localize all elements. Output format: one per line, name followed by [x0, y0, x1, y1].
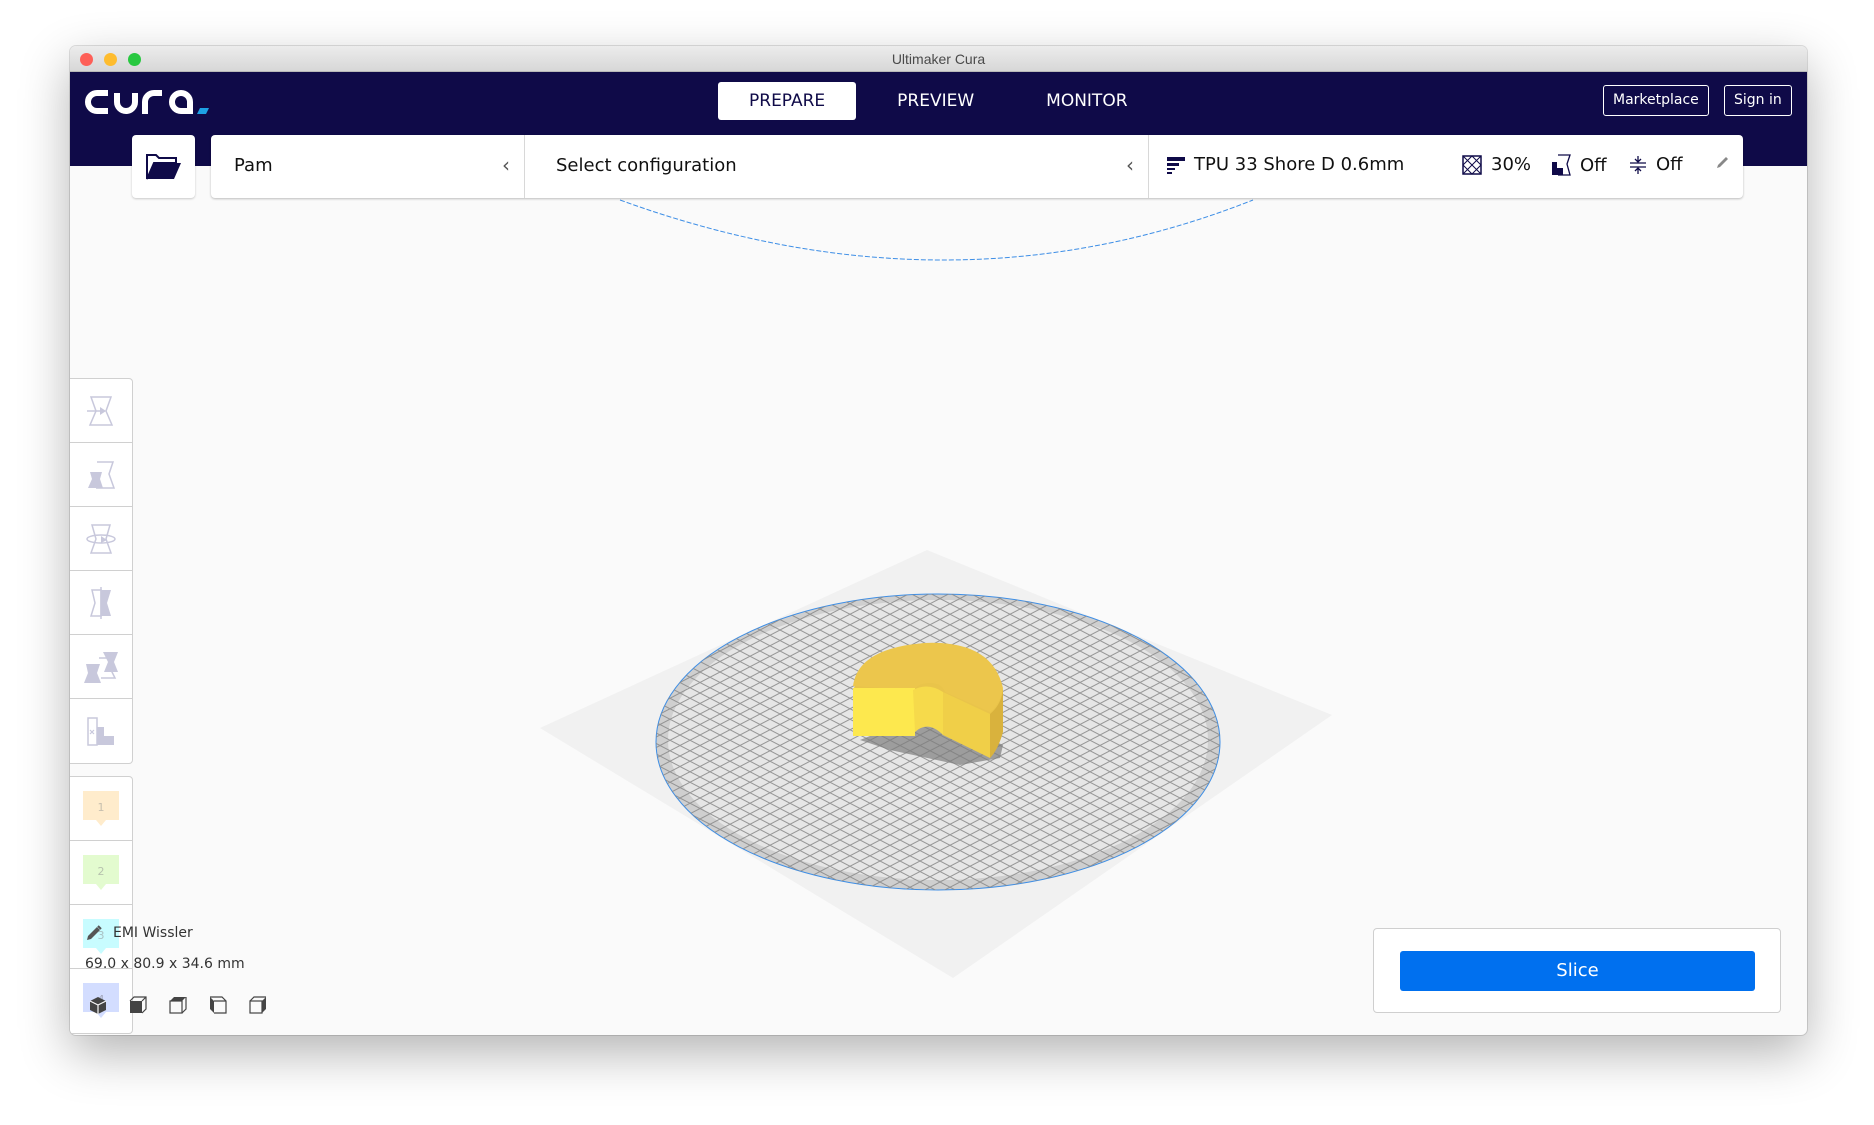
open-file-button[interactable]: [132, 135, 195, 198]
build-plate: [655, 593, 1221, 891]
print-settings-selector[interactable]: TPU 33 Shore D 0.6mm 30% Off Off: [1149, 135, 1743, 198]
support-blocker-icon: [87, 717, 114, 746]
chevron-left-icon: ‹: [502, 153, 510, 177]
printer-configuration-bar: Pam ‹ Select configuration ‹ TPU 33 Shor…: [211, 135, 1743, 198]
floor-plane: [540, 550, 1332, 978]
sign-in-button[interactable]: Sign in: [1724, 85, 1792, 116]
profile-icon: [1167, 156, 1185, 174]
infill-value: 30%: [1491, 154, 1532, 175]
tab-preview[interactable]: PREVIEW: [866, 82, 1005, 120]
3d-viewport[interactable]: 1 2 3 4 EMI Wissler 69.0 x 80.9 x 34.6 m…: [70, 166, 1807, 1035]
rotate-tool-button[interactable]: [70, 507, 132, 571]
profile-item: TPU 33 Shore D 0.6mm: [1167, 154, 1404, 175]
folder-icon: [145, 153, 181, 179]
front-view-icon[interactable]: [128, 995, 148, 1015]
app-window: Ultimaker Cura PREPARE PREVIEW MONITOR M…: [70, 46, 1807, 1035]
pencil-icon: [87, 925, 102, 940]
stage-tabs: PREPARE PREVIEW MONITOR: [718, 82, 1169, 120]
build-plate-grid: [656, 594, 1220, 890]
model-emi-wissler: [853, 642, 1003, 758]
support-blocker-tool-button[interactable]: [70, 699, 132, 763]
maximize-window-button[interactable]: [128, 53, 141, 66]
extruder-2-button[interactable]: 2: [70, 841, 132, 905]
printer-selector[interactable]: Pam ‹: [211, 135, 525, 198]
adhesion-value: Off: [1656, 154, 1683, 175]
window-title: Ultimaker Cura: [891, 51, 986, 67]
marketplace-button[interactable]: Marketplace: [1603, 85, 1709, 116]
printer-name: Pam: [234, 155, 273, 176]
object-info: EMI Wissler 69.0 x 80.9 x 34.6 mm: [85, 924, 245, 972]
tool-panel: [70, 378, 133, 764]
support-icon: [1552, 154, 1571, 176]
move-tool-button[interactable]: [70, 379, 132, 443]
per-model-settings-tool-button[interactable]: [70, 635, 132, 699]
rotate-icon: [86, 523, 116, 554]
configuration-selector[interactable]: Select configuration ‹: [525, 135, 1149, 198]
close-window-button[interactable]: [80, 53, 93, 66]
extruder-2-icon: 2: [83, 854, 119, 890]
object-dimensions: 69.0 x 80.9 x 34.6 mm: [85, 956, 245, 972]
configuration-label: Select configuration: [556, 155, 737, 176]
adhesion-icon: [1630, 155, 1646, 174]
left-view-icon[interactable]: [208, 995, 228, 1015]
support-value: Off: [1580, 154, 1607, 176]
profile-name: TPU 33 Shore D 0.6mm: [1194, 154, 1405, 175]
support-item: Off: [1551, 154, 1607, 176]
infill-icon: [1462, 154, 1482, 175]
build-volume-outline: [619, 199, 1254, 261]
edit-settings-button[interactable]: [1715, 154, 1740, 170]
cura-logo: [85, 90, 209, 114]
slice-panel: Slice: [1373, 928, 1781, 1013]
move-icon: [87, 395, 114, 426]
extruder-1-icon: 1: [83, 790, 119, 826]
pencil-icon: [1717, 157, 1728, 168]
infill-item: 30%: [1462, 154, 1531, 175]
right-view-icon[interactable]: [248, 995, 268, 1015]
object-name: EMI Wissler: [113, 925, 193, 941]
chevron-left-icon: ‹: [1126, 153, 1134, 177]
model-shadow: [860, 712, 1003, 765]
scale-icon: [88, 460, 116, 489]
camera-view-buttons: [88, 995, 288, 1015]
scale-tool-button[interactable]: [70, 443, 132, 507]
mirror-tool-button[interactable]: [70, 571, 132, 635]
slice-button[interactable]: Slice: [1400, 951, 1755, 991]
object-name-row[interactable]: EMI Wissler: [85, 924, 245, 942]
svg-text:2: 2: [98, 865, 105, 878]
tab-monitor[interactable]: MONITOR: [1015, 82, 1158, 120]
per-model-settings-icon: [84, 651, 118, 683]
extruder-1-button[interactable]: 1: [70, 777, 132, 841]
mirror-icon: [89, 586, 111, 619]
adhesion-item: Off: [1629, 154, 1683, 175]
tab-prepare[interactable]: PREPARE: [718, 82, 857, 120]
svg-text:1: 1: [98, 801, 105, 814]
minimize-window-button[interactable]: [104, 53, 117, 66]
top-view-icon[interactable]: [168, 995, 188, 1015]
title-bar: Ultimaker Cura: [70, 46, 1807, 72]
3d-view-icon[interactable]: [88, 995, 108, 1015]
